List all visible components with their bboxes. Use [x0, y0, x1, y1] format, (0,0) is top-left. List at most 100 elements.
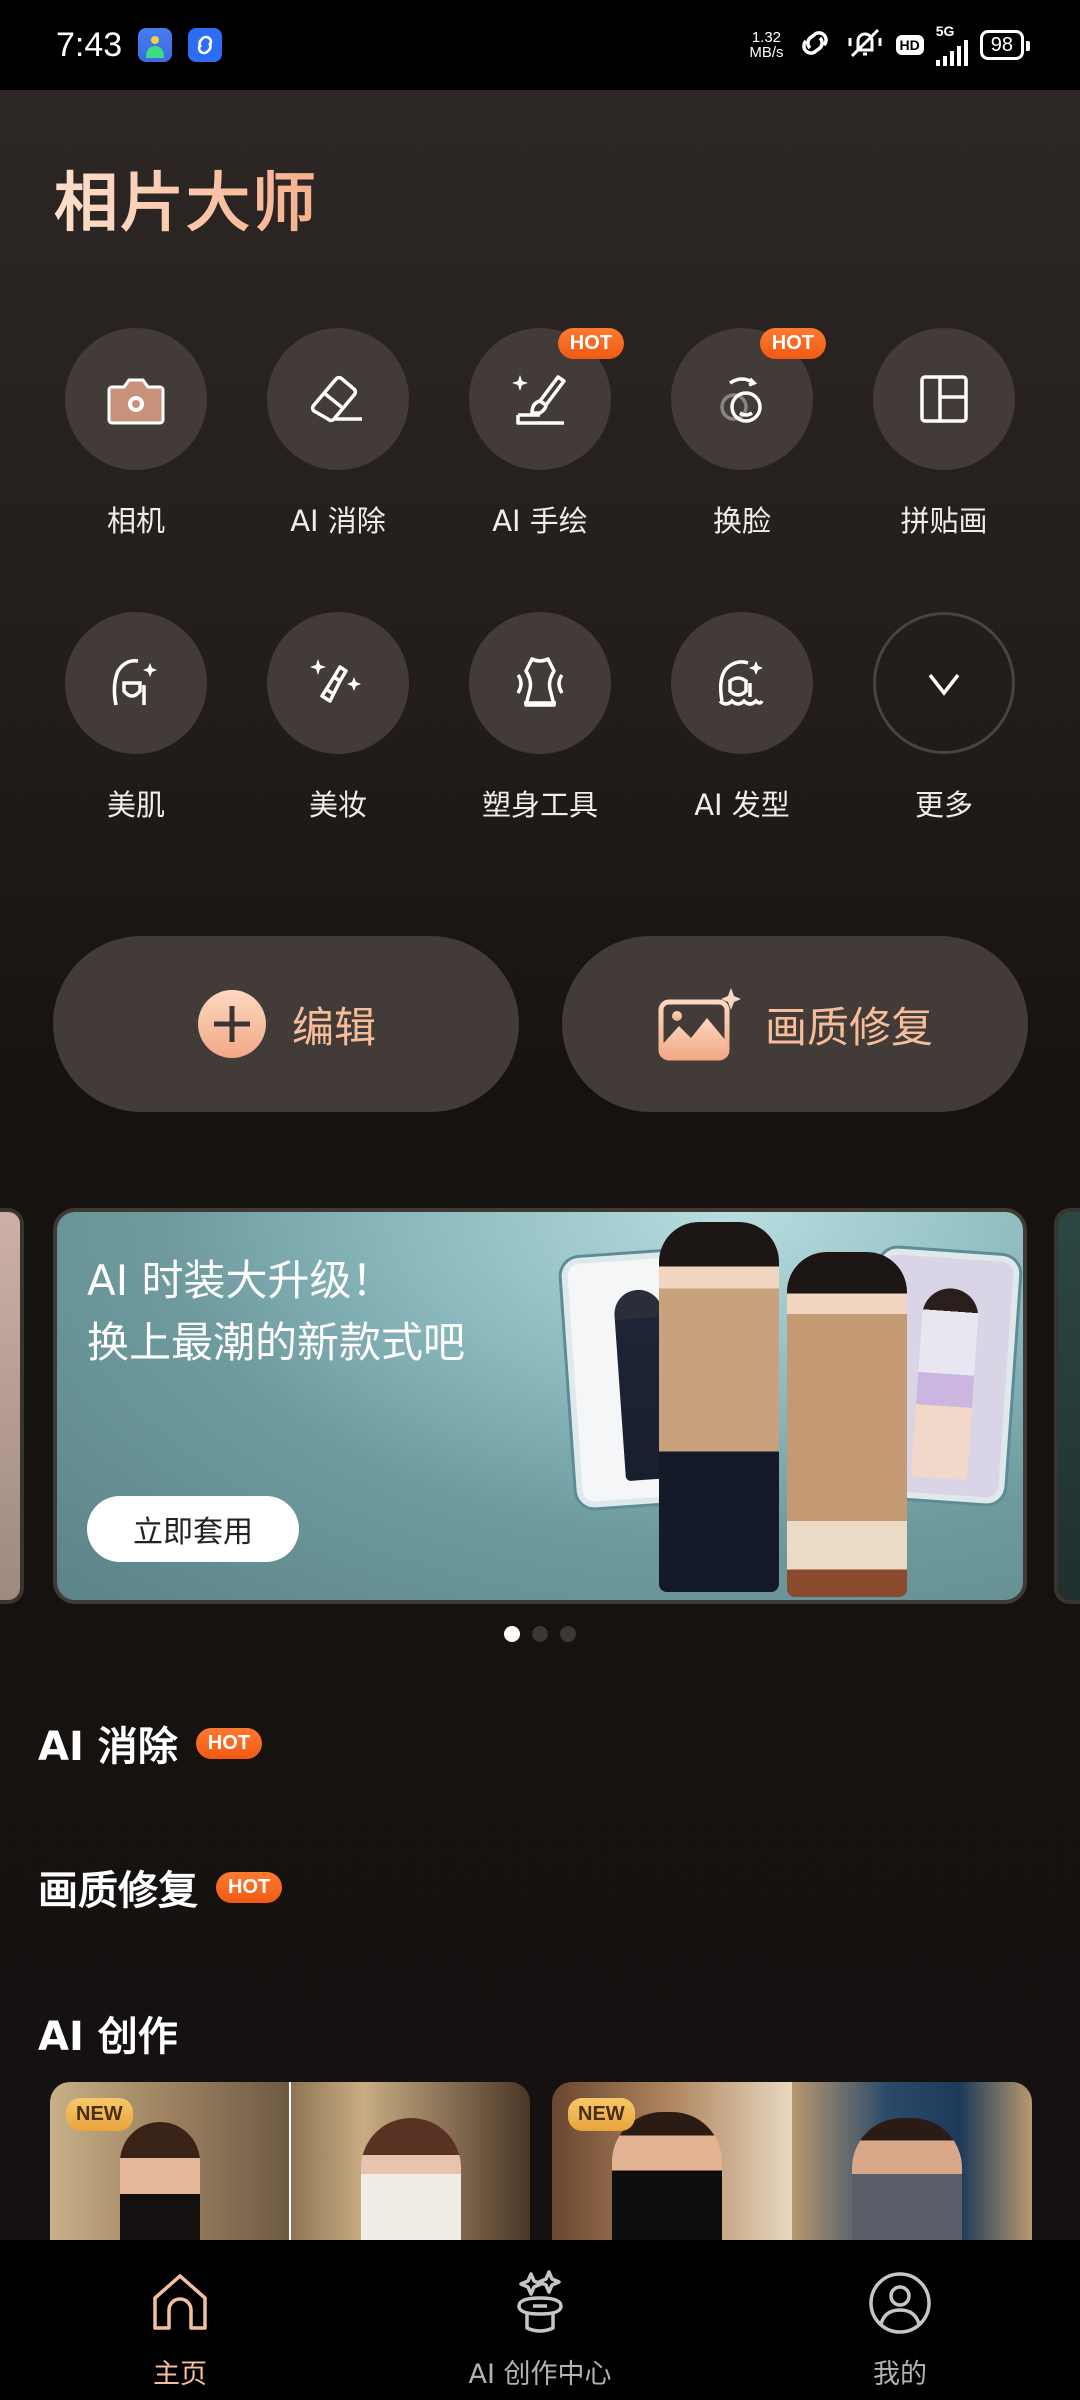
hot-badge: HOT	[759, 328, 826, 359]
home-icon	[153, 2274, 207, 2330]
tool-icon-circle	[469, 612, 611, 754]
chevron-down-icon	[928, 673, 960, 696]
banner-title: AI 时装大升级！ 换上最潮的新款式吧	[87, 1250, 465, 1374]
tool-row-1: 相机 AI 消除 HOT AI 手绘 HOT 换脸 拼贴画	[0, 328, 1080, 612]
tool-label: 相机	[106, 504, 165, 538]
tool-label: AI 消除	[290, 504, 386, 538]
creation-card-men[interactable]: NEW	[552, 2082, 1032, 2242]
tool-collage[interactable]: 拼贴画	[872, 328, 1016, 612]
tool-label: 美妆	[308, 788, 367, 822]
edit-label: 编辑	[291, 1002, 376, 1052]
tool-icon-circle	[873, 328, 1015, 470]
banner-figure	[787, 1252, 907, 1597]
tool-body-shape[interactable]: 塑身工具	[468, 612, 612, 896]
promo-banner[interactable]: AI 时装大升级！ 换上最潮的新款式吧 立即套用	[53, 1208, 1027, 1604]
image-enhance-icon	[658, 988, 741, 1061]
section-title-text: AI 消除	[38, 1724, 178, 1770]
magic-hat-icon	[517, 2270, 563, 2333]
section-ai-erase[interactable]: AI 消除 HOT	[38, 1714, 262, 1772]
skin-beauty-icon	[112, 658, 157, 706]
net-speed-value: 1.32	[751, 29, 782, 46]
tool-face-swap[interactable]: HOT 换脸	[670, 328, 826, 612]
creation-card-women[interactable]: NEW	[50, 2082, 530, 2242]
tool-label: AI 手绘	[492, 504, 588, 538]
hot-badge: HOT	[557, 328, 624, 359]
network-speed: 1.32 MB/s	[749, 30, 783, 60]
carousel-dot[interactable]	[560, 1626, 576, 1642]
nav-label: 主页	[153, 2359, 207, 2390]
tool-skin-beauty[interactable]: 美肌	[64, 612, 208, 896]
banner-next-peek[interactable]	[1054, 1208, 1080, 1604]
quality-restore-label: 画质修复	[764, 1002, 933, 1052]
tool-icon-circle	[65, 328, 207, 470]
tool-row-2: 美肌 美妆 塑身工具 AI 发型 更多	[0, 612, 1080, 896]
banner-figure	[910, 1286, 981, 1480]
creation-thumbnail	[792, 2082, 1032, 2242]
app-title: 相片大师	[54, 152, 318, 244]
section-title-text: 画质修复	[38, 1868, 198, 1914]
hd-icon: HD	[895, 35, 924, 55]
status-time: 7:43	[56, 25, 123, 64]
banner-figure	[659, 1222, 779, 1592]
carousel-dot[interactable]	[532, 1626, 548, 1642]
signal-icon: 5G	[935, 23, 968, 66]
section-quality-restore[interactable]: 画质修复 HOT	[38, 1858, 283, 1916]
app-installer-icon	[138, 28, 173, 62]
tool-label: 美肌	[106, 788, 165, 822]
tool-label: 拼贴画	[900, 504, 988, 538]
banner-title-line1: AI 时装大升级！	[87, 1256, 394, 1305]
tool-more[interactable]: 更多	[872, 612, 1016, 896]
tool-icon-circle	[65, 612, 207, 754]
tool-icon-circle	[267, 328, 409, 470]
net-speed-unit: MB/s	[749, 44, 784, 61]
profile-icon	[869, 2272, 931, 2334]
makeup-icon	[310, 659, 361, 703]
new-badge: NEW	[568, 2098, 635, 2131]
tool-label: 更多	[914, 788, 973, 822]
creation-thumbnail	[291, 2082, 530, 2242]
plus-circle-icon	[197, 990, 266, 1058]
tool-ai-hairstyle[interactable]: AI 发型	[670, 612, 814, 896]
banner-prev-peek[interactable]	[0, 1208, 24, 1604]
link-icon	[796, 28, 834, 62]
eraser-icon	[310, 375, 362, 423]
link-app-icon	[188, 28, 223, 62]
hot-badge: HOT	[195, 1727, 262, 1759]
body-shape-icon	[516, 657, 564, 707]
nav-ai-creation-center[interactable]: AI 创作中心	[360, 2240, 720, 2400]
edit-button[interactable]: 编辑	[53, 936, 519, 1112]
tool-label: AI 发型	[694, 788, 790, 822]
mute-icon	[846, 26, 884, 64]
tool-grid: 相机 AI 消除 HOT AI 手绘 HOT 换脸 拼贴画 美肌 美妆 塑身工具…	[0, 328, 1080, 896]
tool-ai-erase[interactable]: AI 消除	[266, 328, 410, 612]
tool-label: 塑身工具	[481, 788, 598, 822]
network-type: 5G	[935, 23, 955, 39]
tool-label: 换脸	[712, 504, 771, 538]
status-bar: 7:43 1.32 MB/s HD 5G 98	[0, 0, 1080, 90]
camera-icon	[107, 378, 165, 425]
hot-badge: HOT	[216, 1871, 283, 1903]
section-title-text: AI 创作	[38, 2014, 178, 2060]
hairstyle-icon	[718, 660, 764, 706]
new-badge: NEW	[66, 2098, 133, 2131]
banner-title-line2: 换上最潮的新款式吧	[87, 1318, 466, 1367]
tool-ai-draw[interactable]: HOT AI 手绘	[468, 328, 624, 612]
carousel-dot-active[interactable]	[504, 1626, 520, 1642]
tool-icon-circle	[267, 612, 409, 754]
bottom-navigation: 主页 AI 创作中心 我的	[0, 2240, 1080, 2400]
tool-camera[interactable]: 相机	[64, 328, 208, 612]
tool-makeup[interactable]: 美妆	[266, 612, 410, 896]
nav-profile[interactable]: 我的	[720, 2240, 1080, 2400]
nav-home[interactable]: 主页	[0, 2240, 360, 2400]
quality-restore-button[interactable]: 画质修复	[562, 936, 1028, 1112]
carousel-indicator	[0, 1626, 1080, 1642]
section-ai-creation: AI 创作	[38, 2004, 178, 2062]
collage-icon	[920, 375, 968, 423]
tool-icon-circle	[671, 612, 813, 754]
battery-icon: 98	[979, 30, 1031, 60]
banner-apply-button[interactable]: 立即套用	[87, 1496, 299, 1562]
status-system-icons: 1.32 MB/s HD 5G 98	[749, 23, 1031, 66]
nav-label: 我的	[873, 2359, 927, 2390]
face-swap-icon	[720, 377, 762, 423]
paint-brush-icon	[512, 375, 566, 425]
